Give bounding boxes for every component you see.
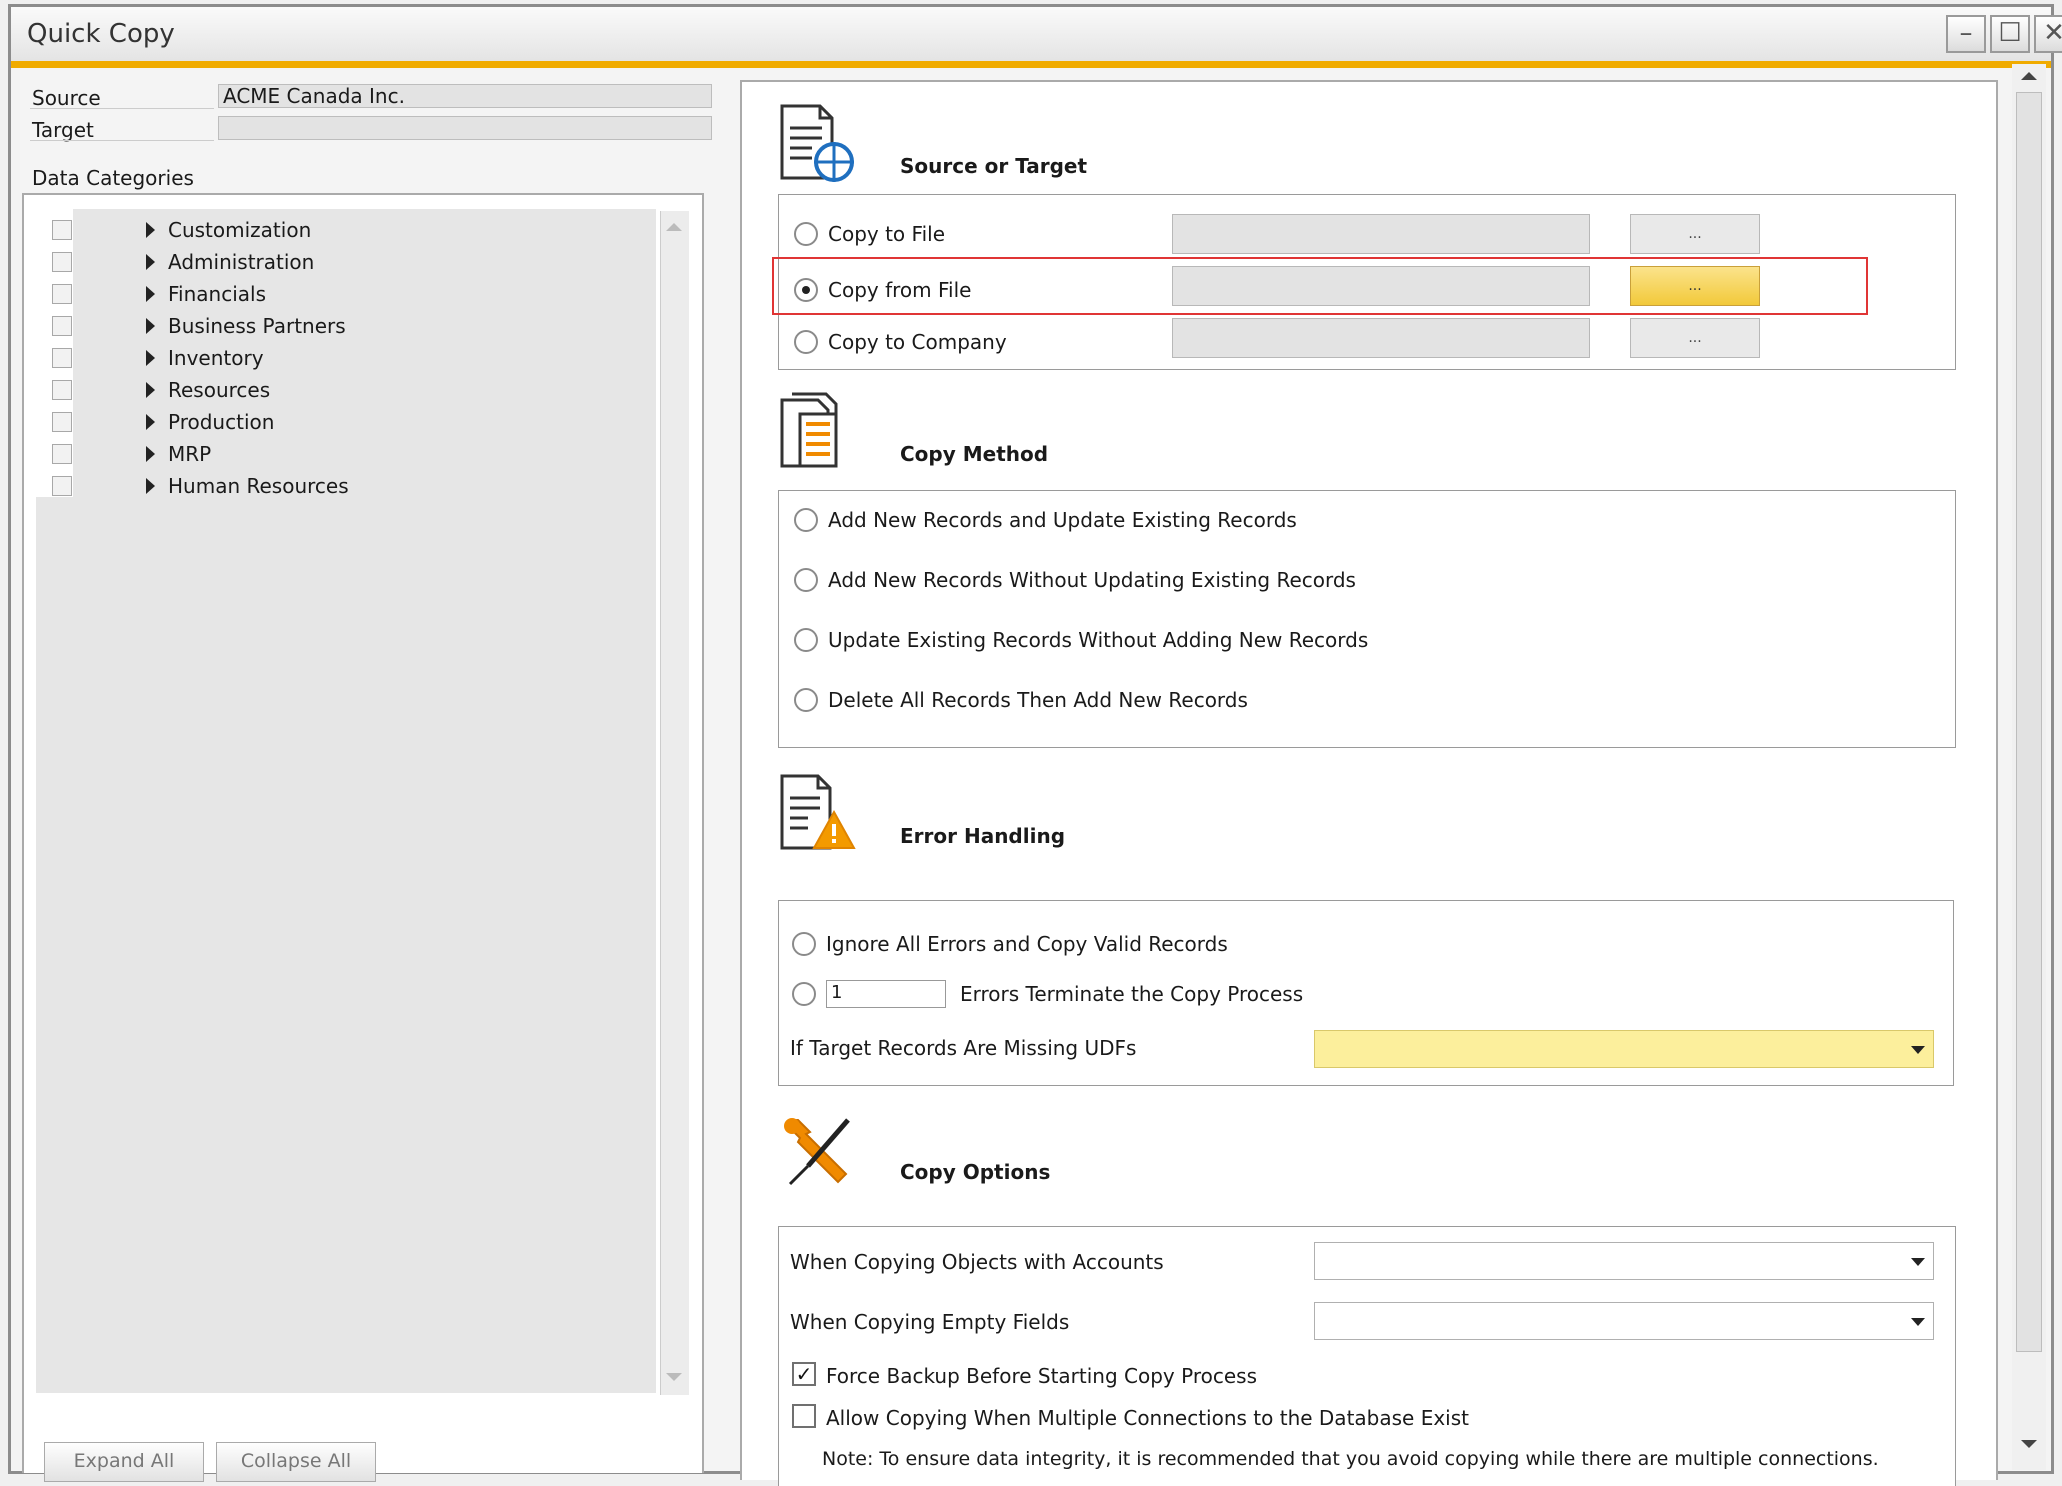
category-tree [36,209,656,1393]
minimize-button-2[interactable]: – [1946,15,1986,53]
accounts-label: When Copying Objects with Accounts [790,1250,1164,1274]
close-button[interactable]: ✕ [2034,15,2062,53]
category-checkbox[interactable] [52,476,72,496]
source-field: ACME Canada Inc. [218,84,712,108]
terminate-errors-label: Errors Terminate the Copy Process [960,982,1304,1006]
copy-method-radio-1[interactable] [794,508,818,532]
divider [30,108,214,109]
category-label[interactable]: Inventory [168,346,264,370]
divider [30,140,214,141]
highlight-box [772,257,1868,315]
copy-to-company-browse-button[interactable]: ... [1630,318,1760,358]
terminate-errors-radio[interactable] [792,982,816,1006]
scroll-up-icon[interactable] [666,223,682,231]
expand-all-button[interactable]: Expand All [44,1442,204,1482]
copy-method-label-2[interactable]: Add New Records Without Updating Existin… [828,568,1356,592]
missing-udfs-dropdown[interactable] [1314,1030,1934,1068]
window-title: Quick Copy [27,19,175,49]
data-categories-panel [22,193,704,1473]
expand-arrow-icon[interactable] [146,478,155,494]
category-label[interactable]: Resources [168,378,270,402]
category-checkbox[interactable] [52,348,72,368]
category-checkbox[interactable] [52,412,72,432]
force-backup-checkbox[interactable]: ✓ [792,1362,816,1386]
source-label: Source [32,86,101,110]
error-handling-heading: Error Handling [900,824,1066,848]
copy-options-heading: Copy Options [900,1160,1051,1184]
maximize-button-2[interactable]: ☐ [1990,15,2030,53]
main-scrollbar[interactable] [2012,64,2046,1470]
copy-method-radio-2[interactable] [794,568,818,592]
scroll-down-icon[interactable] [2021,1440,2037,1448]
copy-method-label-3[interactable]: Update Existing Records Without Adding N… [828,628,1368,652]
target-label: Target [32,118,94,142]
tree-scrollbar[interactable] [660,211,689,1395]
scroll-down-icon[interactable] [666,1373,682,1381]
category-label[interactable]: Financials [168,282,266,306]
title-bar[interactable]: Quick Copy – ☐ [11,7,2051,68]
copy-method-label-4[interactable]: Delete All Records Then Add New Records [828,688,1248,712]
expand-arrow-icon[interactable] [146,318,155,334]
collapse-all-button[interactable]: Collapse All [216,1442,376,1482]
copy-to-company-radio[interactable] [794,330,818,354]
copy-note: Note: To ensure data integrity, it is re… [822,1448,1879,1470]
copy-method-label-1[interactable]: Add New Records and Update Existing Reco… [828,508,1297,532]
force-backup-label[interactable]: Force Backup Before Starting Copy Proces… [826,1364,1257,1388]
copy-to-company-field [1172,318,1590,358]
category-checkbox[interactable] [52,252,72,272]
allow-multi-label[interactable]: Allow Copying When Multiple Connections … [826,1406,1469,1430]
expand-arrow-icon[interactable] [146,254,155,270]
document-target-icon [780,104,854,182]
category-label[interactable]: Human Resources [168,474,349,498]
document-list-icon [780,392,838,468]
category-label[interactable]: Administration [168,250,314,274]
chevron-down-icon [1911,1258,1925,1266]
wrench-screwdriver-icon [784,1118,850,1186]
document-warning-icon [780,774,856,850]
allow-multi-checkbox[interactable] [792,1404,816,1428]
copy-to-file-label[interactable]: Copy to File [828,222,945,246]
chevron-down-icon [1911,1046,1925,1054]
copy-method-radio-4[interactable] [794,688,818,712]
error-count-input[interactable]: 1 [826,980,946,1008]
category-label[interactable]: Business Partners [168,314,346,338]
category-checkbox[interactable] [52,444,72,464]
accounts-dropdown[interactable] [1314,1242,1934,1280]
scroll-up-icon[interactable] [2021,72,2037,80]
ignore-errors-label[interactable]: Ignore All Errors and Copy Valid Records [826,932,1228,956]
category-label[interactable]: Customization [168,218,311,242]
copy-method-heading: Copy Method [900,442,1049,466]
category-checkbox[interactable] [52,284,72,304]
expand-arrow-icon[interactable] [146,350,155,366]
category-checkbox[interactable] [52,316,72,336]
expand-arrow-icon[interactable] [146,446,155,462]
source-or-target-heading: Source or Target [900,154,1088,178]
missing-udfs-label: If Target Records Are Missing UDFs [790,1036,1137,1060]
category-label[interactable]: MRP [168,442,211,466]
expand-arrow-icon[interactable] [146,222,155,238]
copy-to-file-path [1172,214,1590,254]
copy-to-company-label[interactable]: Copy to Company [828,330,1007,354]
expand-arrow-icon[interactable] [146,286,155,302]
chevron-down-icon [1911,1318,1925,1326]
target-field[interactable] [218,116,712,140]
expand-arrow-icon[interactable] [146,382,155,398]
category-label[interactable]: Production [168,410,274,434]
copy-to-file-radio[interactable] [794,222,818,246]
expand-arrow-icon[interactable] [146,414,155,430]
data-categories-label: Data Categories [32,166,194,190]
empty-fields-label: When Copying Empty Fields [790,1310,1070,1334]
copy-method-radio-3[interactable] [794,628,818,652]
scrollbar-thumb[interactable] [2016,92,2042,1352]
category-checkbox[interactable] [52,220,72,240]
empty-fields-dropdown[interactable] [1314,1302,1934,1340]
category-checkbox[interactable] [52,380,72,400]
copy-to-file-browse-button[interactable]: ... [1630,214,1760,254]
ignore-errors-radio[interactable] [792,932,816,956]
